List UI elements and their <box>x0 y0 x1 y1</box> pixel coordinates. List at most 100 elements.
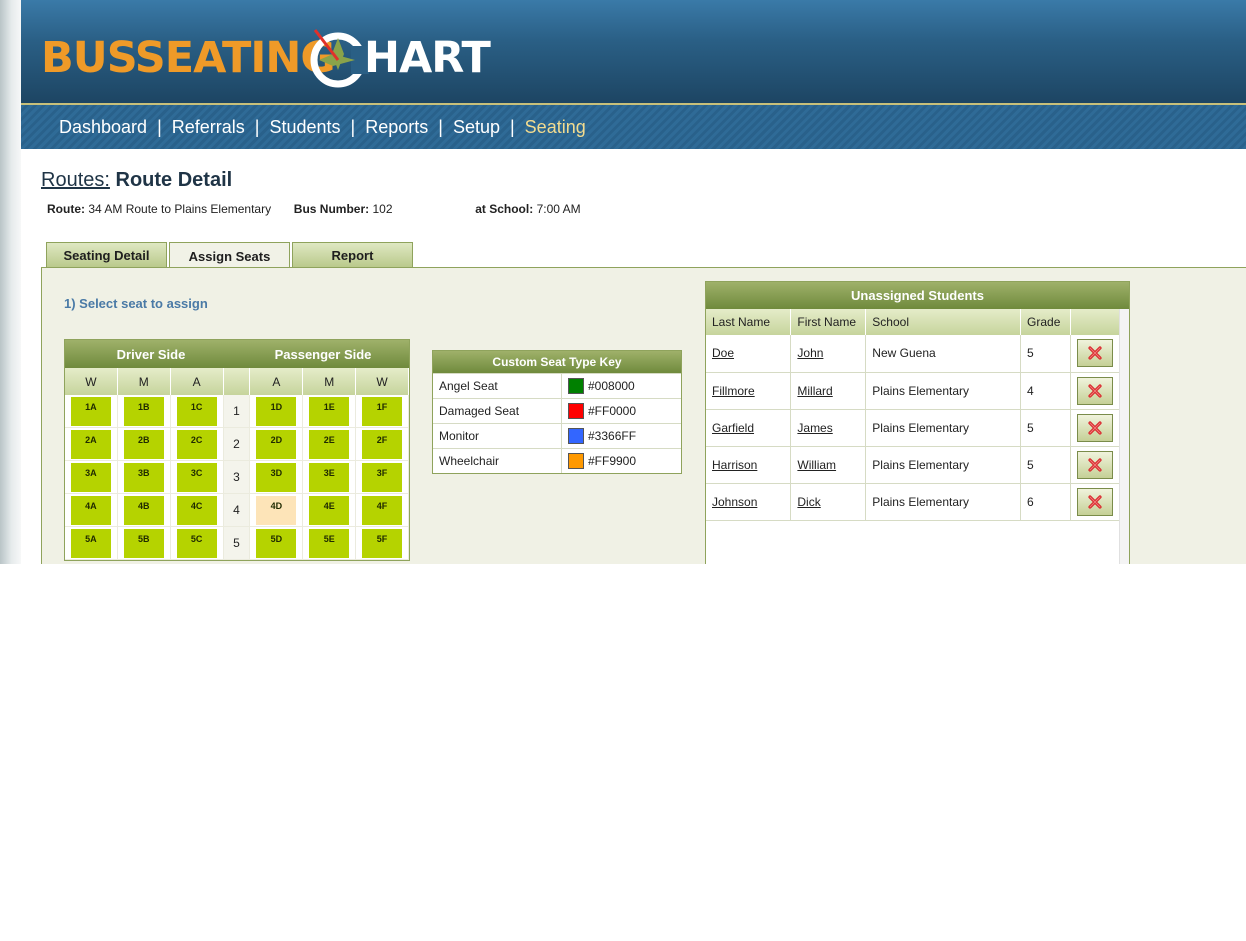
seat-cell: 4A <box>65 494 118 527</box>
seat-1f[interactable]: 1F <box>362 397 403 426</box>
nav-students[interactable]: Students <box>269 117 340 138</box>
first-name-link[interactable]: William <box>797 458 836 472</box>
seat-cell: 2E <box>303 428 357 461</box>
col-header: M <box>303 368 357 395</box>
table-row: Fillmore Millard Plains Elementary 4 <box>706 372 1120 410</box>
cell-action <box>1070 409 1120 447</box>
tab-seating-detail[interactable]: Seating Detail <box>46 242 167 268</box>
seat-type-color: #FF9900 <box>588 454 637 468</box>
seat-4f[interactable]: 4F <box>362 496 403 525</box>
last-name-link[interactable]: Fillmore <box>712 384 755 398</box>
seat-2a[interactable]: 2A <box>70 430 111 459</box>
remove-button[interactable] <box>1077 487 1113 516</box>
cell-action <box>1070 446 1120 484</box>
first-name-link[interactable]: James <box>797 421 832 435</box>
remove-button[interactable] <box>1077 450 1113 479</box>
tab-assign-seats[interactable]: Assign Seats <box>169 242 290 269</box>
seat-type-name: Angel Seat <box>433 374 562 398</box>
cell-grade: 5 <box>1020 335 1071 373</box>
seat-1e[interactable]: 1E <box>309 397 350 426</box>
seat-5b[interactable]: 5B <box>123 529 164 558</box>
row-number: 4 <box>223 494 251 527</box>
logo-text-chart: HART <box>364 33 491 83</box>
seat-type-value: #FF0000 <box>562 399 681 423</box>
seat-3e[interactable]: 3E <box>309 463 350 492</box>
app-window: BUSSEATING HART Dashboard | Referrals | Stud… <box>0 0 1246 564</box>
seat-4c[interactable]: 4C <box>176 496 217 525</box>
seat-3f[interactable]: 3F <box>362 463 403 492</box>
seat-5c[interactable]: 5C <box>176 529 217 558</box>
col-grade: Grade <box>1020 309 1071 335</box>
seat-row: 4A 4B 4C 4 4D 4E 4F <box>65 494 409 527</box>
seat-map-header: Driver Side Passenger Side <box>65 340 409 368</box>
first-name-link[interactable]: Dick <box>797 495 820 509</box>
first-name-link[interactable]: John <box>797 346 823 360</box>
seat-type-name: Damaged Seat <box>433 399 562 423</box>
scrollbar[interactable] <box>1119 309 1129 564</box>
nav-dashboard[interactable]: Dashboard <box>59 117 147 138</box>
nav-seating[interactable]: Seating <box>525 117 586 138</box>
remove-button[interactable] <box>1077 339 1113 368</box>
table-row: Doe John New Guena 5 <box>706 335 1120 373</box>
school-time-label: at School: <box>475 202 534 216</box>
tab-report[interactable]: Report <box>292 242 413 268</box>
seat-5a[interactable]: 5A <box>70 529 111 558</box>
unassigned-table: Last Name First Name School Grade Doe Joh… <box>706 309 1120 521</box>
seat-5f[interactable]: 5F <box>362 529 403 558</box>
seat-3a[interactable]: 3A <box>70 463 111 492</box>
nav-separator: | <box>438 116 443 137</box>
seat-type-color: #008000 <box>588 379 635 393</box>
seat-1b[interactable]: 1B <box>123 397 164 426</box>
nav-setup[interactable]: Setup <box>453 117 500 138</box>
cell-grade: 5 <box>1020 446 1071 484</box>
seat-4b[interactable]: 4B <box>123 496 164 525</box>
cell-action <box>1070 335 1120 373</box>
last-name-link[interactable]: Harrison <box>712 458 757 472</box>
col-header-row <box>224 368 251 395</box>
compass-icon <box>310 29 369 88</box>
row-number: 2 <box>223 428 251 461</box>
cell-last-name: Harrison <box>706 446 792 484</box>
seat-3b[interactable]: 3B <box>123 463 164 492</box>
seat-2d[interactable]: 2D <box>256 430 297 459</box>
seat-cell: 1F <box>356 395 409 428</box>
seat-cell: 3B <box>117 461 171 494</box>
cell-school: Plains Elementary <box>865 446 1022 484</box>
seat-1c[interactable]: 1C <box>176 397 217 426</box>
seat-4d[interactable]: 4D <box>256 496 297 525</box>
seat-cell: 4B <box>117 494 171 527</box>
seat-2b[interactable]: 2B <box>123 430 164 459</box>
red-x-icon <box>1088 457 1102 472</box>
seat-3d[interactable]: 3D <box>256 463 297 492</box>
red-x-icon <box>1088 420 1102 435</box>
seat-2c[interactable]: 2C <box>176 430 217 459</box>
seat-cell: 4C <box>170 494 224 527</box>
seat-2e[interactable]: 2E <box>309 430 350 459</box>
last-name-link[interactable]: Doe <box>712 346 734 360</box>
first-name-link[interactable]: Millard <box>797 384 832 398</box>
routes-link[interactable]: Routes: <box>41 169 110 191</box>
cell-grade: 6 <box>1020 483 1071 521</box>
seat-cell: 3E <box>303 461 357 494</box>
seat-key-row: Damaged Seat #FF0000 <box>433 398 681 423</box>
seat-type-color: #3366FF <box>588 429 637 443</box>
seat-cell: 1A <box>65 395 118 428</box>
seat-5d[interactable]: 5D <box>256 529 297 558</box>
nav-reports[interactable]: Reports <box>365 117 428 138</box>
seat-1d[interactable]: 1D <box>256 397 297 426</box>
remove-button[interactable] <box>1077 376 1113 405</box>
seat-3c[interactable]: 3C <box>176 463 217 492</box>
seat-4a[interactable]: 4A <box>70 496 111 525</box>
seat-1a[interactable]: 1A <box>70 397 111 426</box>
logo[interactable]: BUSSEATING HART <box>41 24 491 92</box>
seat-5e[interactable]: 5E <box>309 529 350 558</box>
last-name-link[interactable]: Johnson <box>712 495 757 509</box>
last-name-link[interactable]: Garfield <box>712 421 754 435</box>
seat-cell: 4E <box>303 494 357 527</box>
cell-first-name: John <box>790 335 867 373</box>
nav-referrals[interactable]: Referrals <box>172 117 245 138</box>
seat-4e[interactable]: 4E <box>309 496 350 525</box>
remove-button[interactable] <box>1077 413 1113 442</box>
seat-key-row: Wheelchair #FF9900 <box>433 448 681 473</box>
seat-2f[interactable]: 2F <box>362 430 403 459</box>
